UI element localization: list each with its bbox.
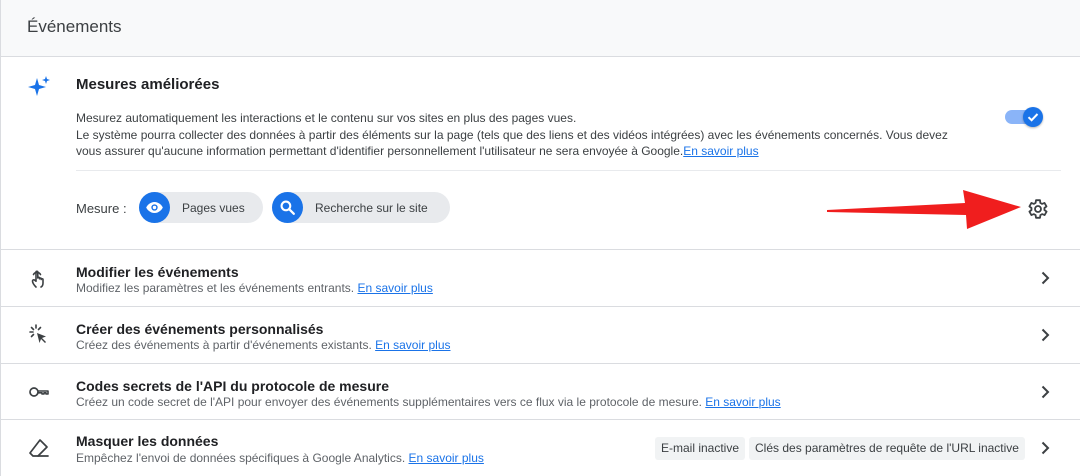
row-measurement-protocol-secrets[interactable]: Codes secrets de l'API du protocole de m… — [1, 363, 1080, 419]
chip-icon-circle — [139, 192, 170, 223]
learn-more-link[interactable]: En savoir plus — [375, 338, 450, 352]
subtitle-text: Créez un code secret de l'API pour envoy… — [76, 395, 702, 409]
row-subtitle: Créez un code secret de l'API pour envoy… — [76, 395, 781, 409]
gear-icon[interactable] — [1025, 197, 1049, 221]
chevron-right-icon — [1041, 441, 1050, 455]
red-arrow-annotation — [827, 190, 1021, 229]
status-badge: Clés des paramètres de requête de l'URL … — [749, 437, 1025, 460]
chip-icon-circle — [272, 192, 303, 223]
row-subtitle: Empêchez l'envoi de données spécifiques … — [76, 451, 484, 465]
chip-site-search[interactable]: Recherche sur le site — [272, 192, 450, 223]
toggle-knob — [1023, 107, 1043, 127]
row-title: Modifier les événements — [76, 264, 239, 280]
enhanced-measurement-toggle[interactable] — [1005, 107, 1043, 127]
chip-label: Pages vues — [182, 201, 245, 215]
subtitle-text: Modifiez les paramètres et les événement… — [76, 281, 355, 295]
enhanced-measurement-description: Mesurez automatiquement les interactions… — [76, 110, 996, 160]
subtitle-text: Créez des événements à partir d'événemen… — [76, 338, 372, 352]
row-subtitle: Modifiez les paramètres et les événement… — [76, 281, 433, 295]
chip-page-views[interactable]: Pages vues — [139, 192, 263, 223]
row-title: Masquer les données — [76, 433, 219, 449]
learn-more-link[interactable]: En savoir plus — [683, 144, 758, 158]
search-icon — [280, 200, 295, 215]
key-icon — [29, 387, 49, 397]
learn-more-link[interactable]: En savoir plus — [357, 281, 432, 295]
eraser-icon — [29, 439, 49, 457]
row-subtitle: Créez des événements à partir d'événemen… — [76, 338, 451, 352]
learn-more-link[interactable]: En savoir plus — [705, 395, 780, 409]
events-panel: Événements Mesures améliorées Mesurez au… — [0, 0, 1080, 476]
row-title: Codes secrets de l'API du protocole de m… — [76, 378, 389, 394]
description-text: vous assurer qu'aucune information perme… — [76, 144, 684, 158]
status-badge: E-mail inactive — [655, 437, 746, 460]
touch-icon — [31, 270, 44, 288]
row-modify-events[interactable]: Modifier les événements Modifiez les par… — [1, 249, 1080, 306]
description-line: Mesurez automatiquement les interactions… — [76, 111, 577, 125]
sparkle-icon — [28, 76, 50, 96]
enhanced-measurement-title: Mesures améliorées — [76, 76, 220, 93]
row-title: Créer des événements personnalisés — [76, 321, 324, 337]
divider — [76, 170, 1061, 171]
description-line: vous assurer qu'aucune information perme… — [76, 143, 996, 160]
chevron-right-icon — [1041, 271, 1050, 285]
chevron-right-icon — [1041, 385, 1050, 399]
chip-label: Recherche sur le site — [315, 201, 428, 215]
check-icon — [1027, 113, 1039, 122]
chevron-right-icon — [1041, 328, 1050, 342]
panel-header: Événements — [1, 0, 1080, 57]
page-title: Événements — [27, 17, 122, 36]
measure-label: Mesure : — [76, 201, 127, 216]
description-line: Le système pourra collecter des données … — [76, 127, 948, 142]
row-create-custom-events[interactable]: Créer des événements personnalisés Créez… — [1, 306, 1080, 363]
click-sparkle-icon — [29, 324, 46, 343]
subtitle-text: Empêchez l'envoi de données spécifiques … — [76, 451, 406, 465]
eye-icon — [146, 201, 163, 214]
learn-more-link[interactable]: En savoir plus — [409, 451, 484, 465]
